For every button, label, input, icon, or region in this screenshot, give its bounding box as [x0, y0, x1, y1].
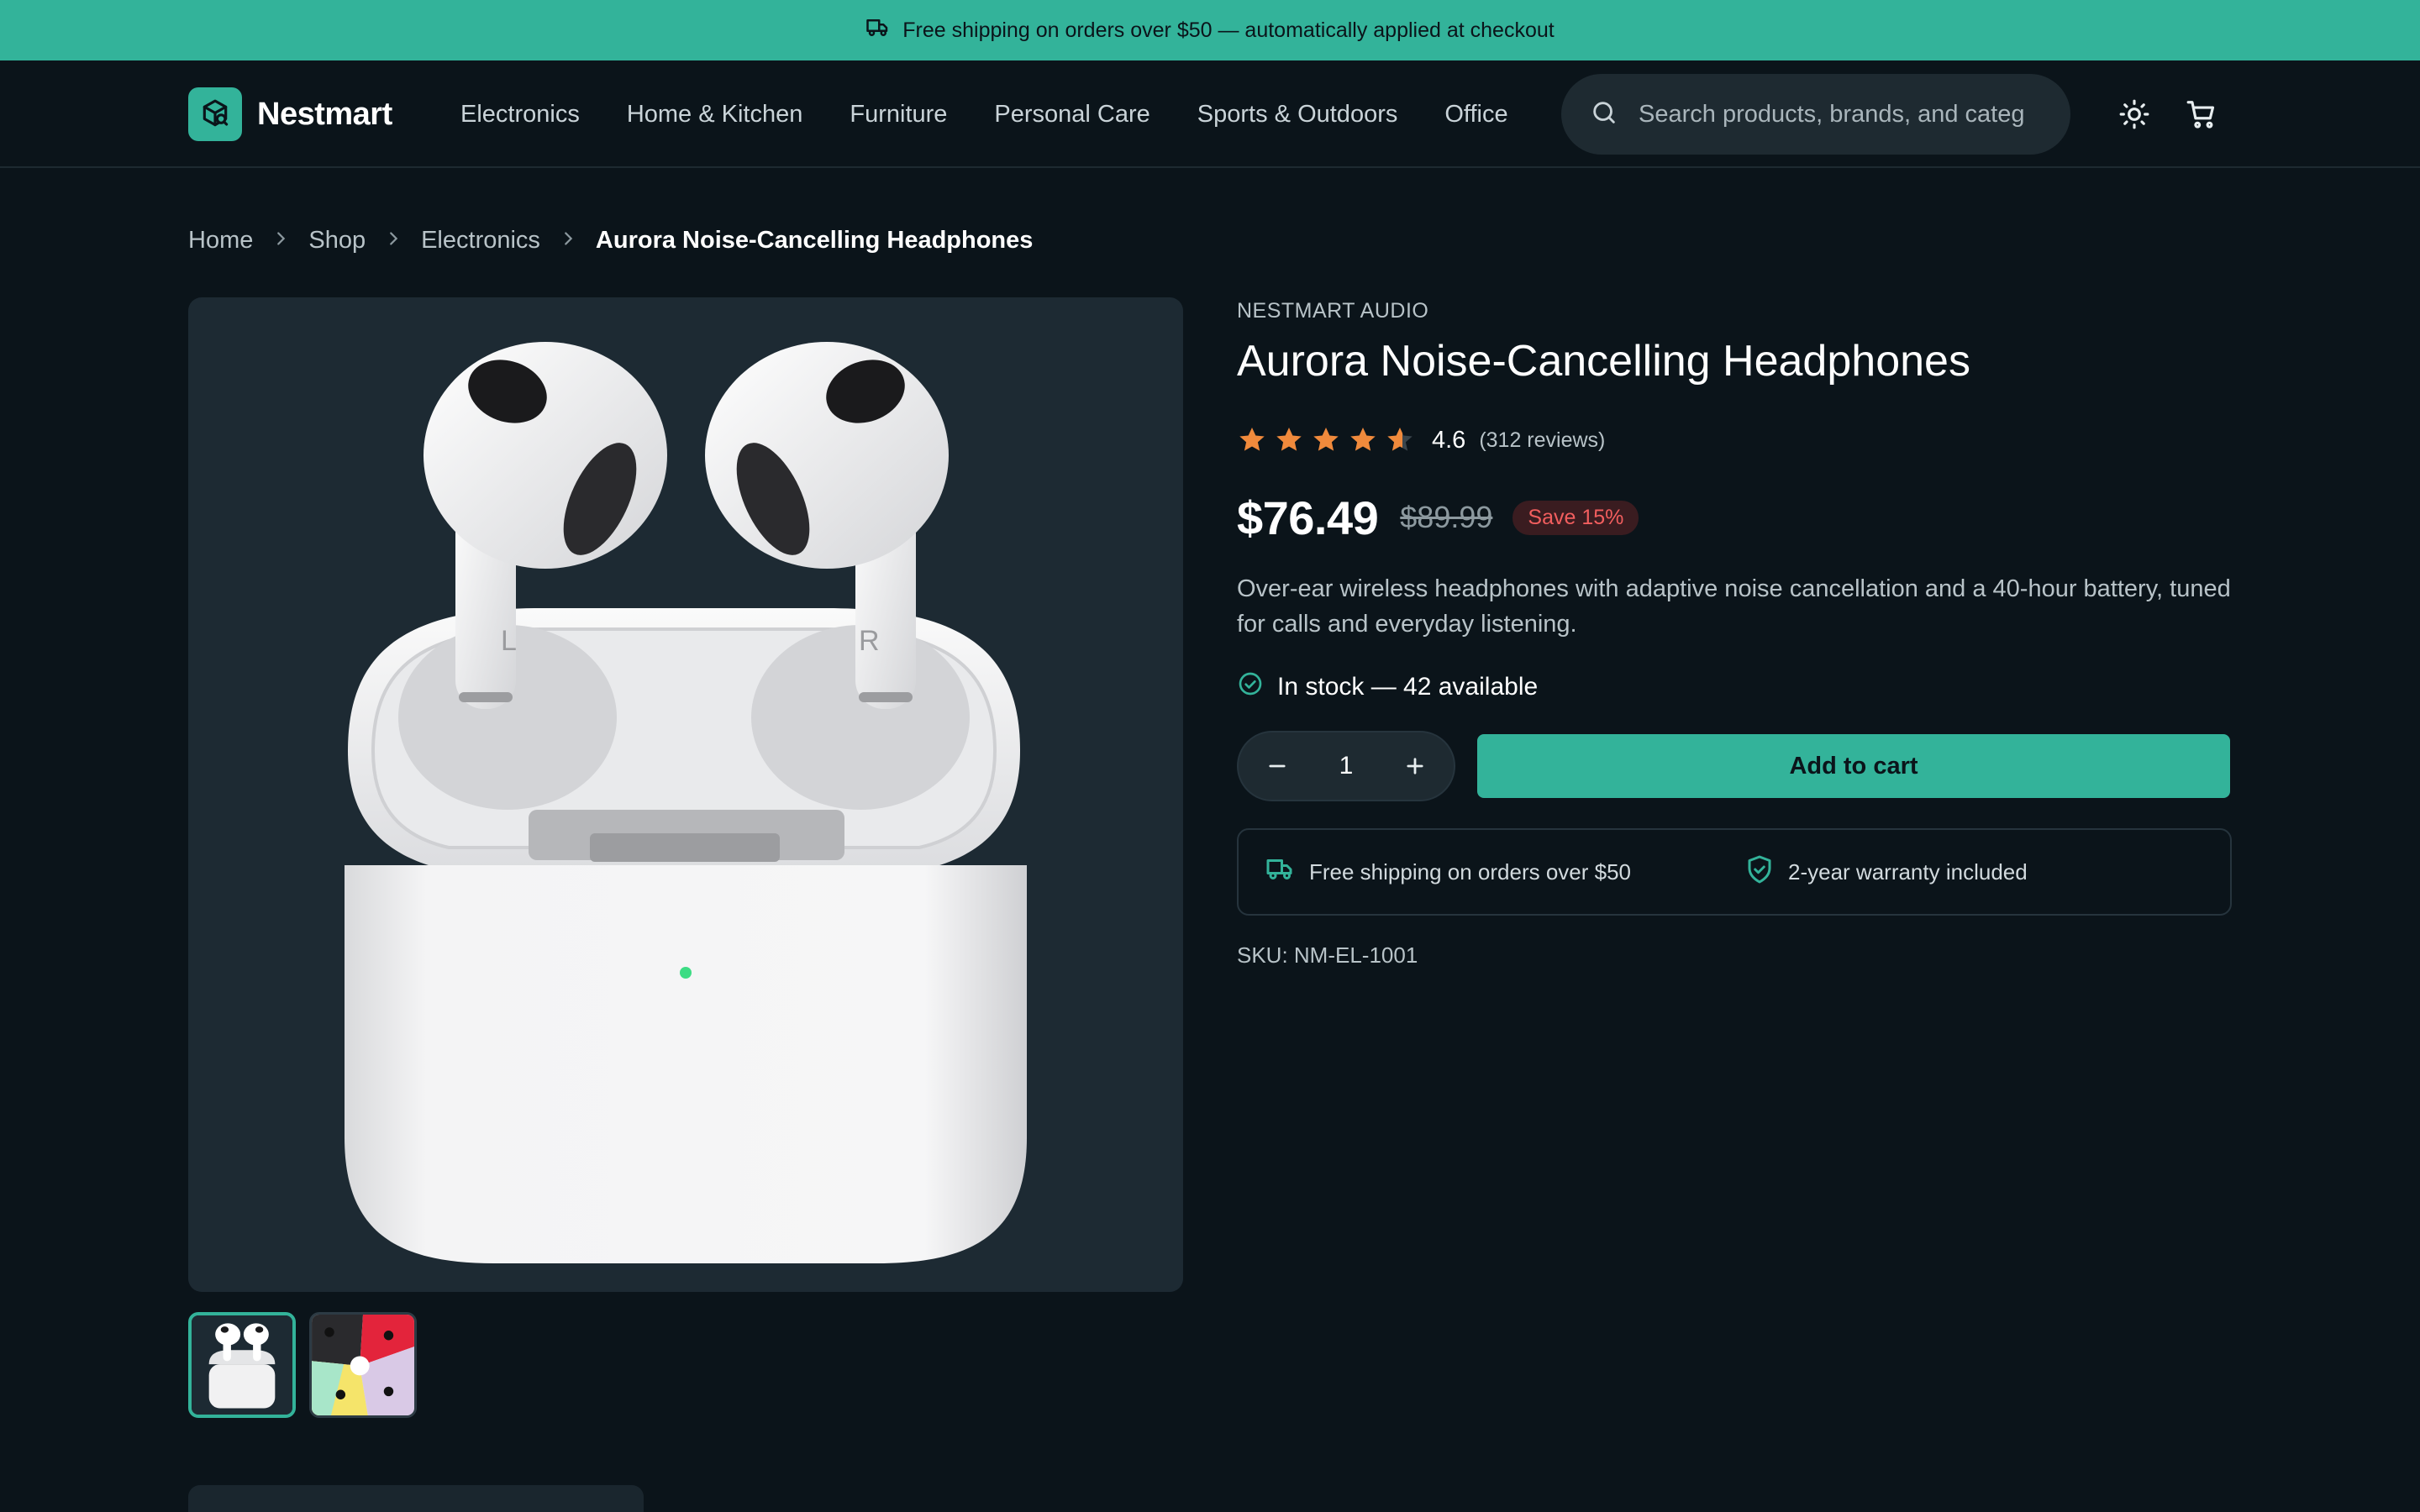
- truck-icon: [865, 15, 891, 46]
- nav-item-furniture[interactable]: Furniture: [850, 101, 947, 129]
- current-price: $76.49: [1237, 491, 1379, 544]
- nav-item-office[interactable]: Office: [1444, 101, 1507, 129]
- nav-item-sports-outdoors[interactable]: Sports & Outdoors: [1197, 101, 1398, 129]
- earbuds-thumbnail: [192, 1315, 292, 1415]
- star-icon: [1350, 428, 1376, 451]
- product-title: Aurora Noise-Cancelling Headphones: [1237, 337, 1970, 386]
- package-icon: [188, 87, 242, 141]
- price-row: $76.49 $89.99 Save 15%: [1237, 484, 1639, 551]
- chevron-right-icon: [271, 227, 290, 255]
- product-brand: NESTMART AUDIO: [1237, 299, 1429, 323]
- breadcrumb: Home Shop Electronics Aurora Noise-Cance…: [188, 223, 1033, 257]
- add-to-cart-button[interactable]: Add to cart: [1477, 734, 2230, 798]
- perk-warranty-text: 2-year warranty included: [1788, 858, 2028, 885]
- breadcrumb-current: Aurora Noise-Cancelling Headphones: [595, 226, 1034, 254]
- search-input[interactable]: [1639, 100, 2025, 129]
- truck-icon: [1265, 854, 1296, 890]
- breadcrumb-electronics[interactable]: Electronics: [421, 227, 540, 255]
- logo[interactable]: Nestmart: [188, 87, 392, 141]
- promo-banner: Free shipping on orders over $50 — autom…: [0, 0, 2420, 60]
- thumbnail-1[interactable]: [188, 1312, 296, 1418]
- search-icon: [1590, 98, 1618, 131]
- quantity-value[interactable]: 1: [1339, 752, 1354, 780]
- rating: 4.6 (312 reviews): [1237, 422, 1605, 459]
- site-header: Nestmart Electronics Home & Kitchen Furn…: [0, 60, 2420, 168]
- product-image[interactable]: L R: [188, 297, 1183, 1292]
- quantity-stepper: 1: [1237, 731, 1455, 801]
- decrease-quantity-button[interactable]: [1260, 749, 1294, 783]
- plus-icon: [1407, 758, 1423, 774]
- thumbnail-2[interactable]: [309, 1312, 417, 1418]
- product-description: Over-ear wireless headphones with adapti…: [1237, 575, 2231, 638]
- perk-shipping-text: Free shipping on orders over $50: [1309, 858, 1632, 885]
- nav-item-home-kitchen[interactable]: Home & Kitchen: [627, 101, 803, 129]
- color-variants-thumbnail: [312, 1315, 414, 1415]
- nav-item-personal-care[interactable]: Personal Care: [994, 101, 1150, 129]
- rating-value: 4.6: [1432, 426, 1466, 454]
- svg-text:L: L: [501, 625, 517, 657]
- nav-item-electronics[interactable]: Electronics: [460, 101, 580, 129]
- stock-status: In stock — 42 available: [1237, 669, 1538, 706]
- perk-shipping: Free shipping on orders over $50: [1265, 830, 1631, 914]
- original-price: $89.99: [1400, 500, 1493, 534]
- breadcrumb-home[interactable]: Home: [188, 227, 253, 255]
- check-circle-icon: [1237, 670, 1264, 704]
- bottom-panel: [188, 1485, 644, 1512]
- discount-badge: Save 15%: [1512, 500, 1639, 535]
- chevron-right-icon: [384, 227, 402, 255]
- svg-text:R: R: [859, 625, 880, 657]
- stock-text: In stock — 42 available: [1277, 673, 1539, 701]
- search-bar[interactable]: [1561, 74, 2070, 155]
- promo-text: Free shipping on orders over $50 — autom…: [902, 18, 1555, 42]
- product-sku: SKU: NM-EL-1001: [1237, 942, 1418, 968]
- brand-name: Nestmart: [257, 96, 392, 132]
- increase-quantity-button[interactable]: [1398, 749, 1432, 783]
- star-rating: [1237, 425, 1415, 455]
- chevron-right-icon: [559, 227, 577, 255]
- star-icon: [1276, 428, 1302, 451]
- main-nav: Electronics Home & Kitchen Furniture Per…: [460, 87, 1508, 141]
- earbuds-case-illustration: L R: [345, 342, 1027, 1263]
- minus-icon: [1269, 764, 1286, 768]
- star-half-icon: [1387, 428, 1413, 451]
- cart-icon[interactable]: [2181, 94, 2222, 134]
- sun-icon[interactable]: [2114, 94, 2154, 134]
- review-count[interactable]: (312 reviews): [1479, 428, 1605, 453]
- star-icon: [1313, 428, 1339, 451]
- star-icon: [1239, 428, 1265, 451]
- perks-box: Free shipping on orders over $50 2-year …: [1237, 828, 2232, 916]
- perk-warranty: 2-year warranty included: [1744, 830, 2028, 914]
- breadcrumb-shop[interactable]: Shop: [308, 227, 366, 255]
- shield-check-icon: [1744, 854, 1775, 890]
